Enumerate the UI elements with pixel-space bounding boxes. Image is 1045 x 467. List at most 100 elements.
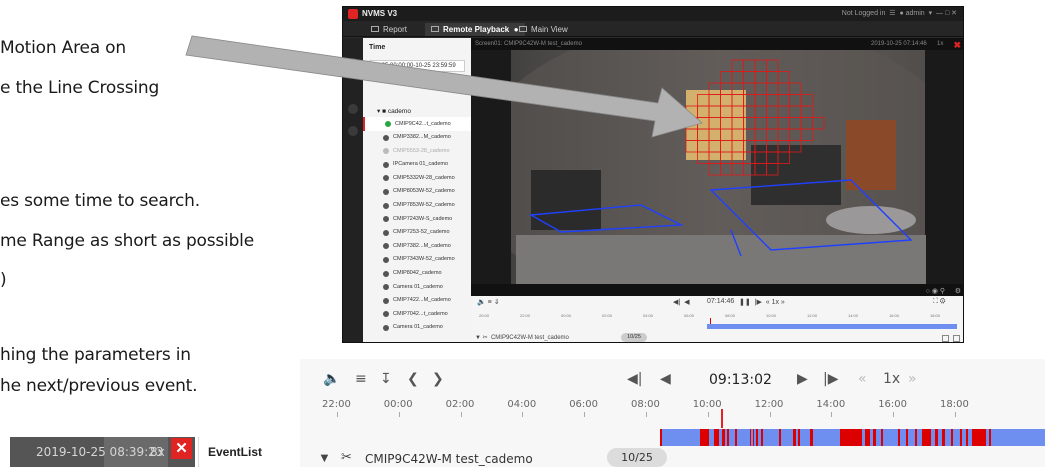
event-list-header[interactable]: EventList bbox=[198, 437, 275, 467]
login-status[interactable]: Not Logged in bbox=[842, 10, 886, 17]
event-segment[interactable] bbox=[942, 429, 945, 446]
collapse-icon[interactable] bbox=[942, 335, 949, 342]
event-segment[interactable] bbox=[922, 429, 931, 446]
event-segment[interactable] bbox=[753, 429, 754, 446]
event-segment[interactable] bbox=[779, 429, 781, 446]
filter-icon[interactable]: ▼ bbox=[318, 450, 331, 465]
camera-icon bbox=[383, 256, 389, 263]
slower-icon[interactable]: « bbox=[858, 371, 867, 387]
tree-root[interactable]: ▾ ■ cademo bbox=[363, 104, 471, 117]
event-segment[interactable] bbox=[972, 429, 986, 446]
event-segment[interactable] bbox=[793, 429, 796, 446]
previous-icon[interactable]: ❮ bbox=[407, 371, 419, 387]
event-segment[interactable] bbox=[714, 429, 719, 446]
event-segment[interactable] bbox=[951, 429, 953, 446]
frame-back-icon[interactable]: ◀| bbox=[627, 371, 642, 387]
camera-tree-item[interactable]: CMIP5553-28_cademo bbox=[363, 144, 471, 158]
time-tick-mark bbox=[460, 412, 462, 417]
camera-icon bbox=[383, 243, 389, 250]
event-segment[interactable] bbox=[840, 429, 862, 446]
event-segment[interactable] bbox=[722, 429, 725, 446]
mini-record-bar[interactable] bbox=[707, 324, 957, 329]
reverse-play-icon[interactable]: ◀ bbox=[660, 371, 671, 387]
camera-tree-item[interactable]: CMIP7243W-S_cademo bbox=[363, 212, 471, 226]
download-icon[interactable]: ↧ bbox=[380, 371, 392, 387]
event-segment[interactable] bbox=[700, 429, 709, 446]
camera-tree-item[interactable]: CMIP7853W-52_cademo bbox=[363, 199, 471, 213]
camera-label: CMIP7853W-52_cademo bbox=[393, 202, 455, 209]
event-segment[interactable] bbox=[660, 429, 662, 446]
mini-tick-label: 20:00 bbox=[479, 313, 490, 318]
event-segment[interactable] bbox=[989, 429, 991, 446]
camera-tree-item[interactable]: CMIP3382...M_cademo bbox=[363, 131, 471, 145]
event-segment[interactable] bbox=[798, 429, 800, 446]
time-range-input[interactable]: 10-25 00:00:00-10-25 23:59:59 bbox=[369, 60, 465, 72]
event-segment[interactable] bbox=[935, 429, 938, 446]
camera-tree-item[interactable]: CMIP8053W-52_cademo bbox=[363, 185, 471, 199]
user-icon[interactable]: ● bbox=[899, 10, 903, 17]
time-tick-label: 00:00 bbox=[383, 399, 413, 410]
camera-tree-item[interactable]: CMIP5332W-28_cademo bbox=[363, 171, 471, 185]
adjust-icon[interactable]: ≡ bbox=[355, 371, 367, 387]
event-segment[interactable] bbox=[966, 429, 968, 446]
time-tick-label: 16:00 bbox=[878, 399, 908, 410]
expand-icon[interactable] bbox=[953, 335, 960, 342]
event-segment[interactable] bbox=[735, 429, 737, 446]
camera-tree-item[interactable]: CMIP8042_cademo bbox=[363, 267, 471, 281]
tab-main-view[interactable]: Main View bbox=[513, 23, 574, 36]
slide-text-line-1: Motion Area on bbox=[0, 38, 126, 58]
menu-icon[interactable]: ☰ bbox=[887, 10, 897, 17]
camera-tree-item[interactable]: CMIP7253-52_cademo bbox=[363, 226, 471, 240]
event-segment[interactable] bbox=[761, 429, 763, 446]
event-segment[interactable] bbox=[727, 429, 729, 446]
camera-tree-item[interactable]: CMIP7042...t_cademo bbox=[363, 307, 471, 321]
video-pane[interactable]: Screen01: CMIP9C42W-M test_cademo 2019-1… bbox=[471, 38, 963, 296]
window-controls[interactable]: ▾ — □ ✕ bbox=[927, 10, 957, 17]
event-segment[interactable] bbox=[898, 429, 900, 446]
time-tick-mark bbox=[769, 412, 771, 417]
next-icon[interactable]: ❯ bbox=[432, 371, 444, 387]
audio-icon[interactable]: 🔈 bbox=[323, 371, 340, 387]
mini-fullscreen-icon[interactable]: ⛶ ⚙ bbox=[933, 298, 946, 306]
clip-icon[interactable]: ✂ bbox=[341, 449, 352, 465]
camera-tree-item[interactable]: CMIP7343W-52_cademo bbox=[363, 253, 471, 267]
event-segment[interactable] bbox=[873, 429, 876, 446]
camera-tree-item[interactable]: CMIP7382...M_cademo bbox=[363, 239, 471, 253]
play-icon[interactable]: ▶ bbox=[797, 371, 808, 387]
event-segment[interactable] bbox=[915, 429, 917, 446]
mini-audio-icon[interactable]: 🔉 ≡ ⇓ bbox=[477, 298, 500, 306]
camera-tree-item[interactable]: Camera 01_cademo bbox=[363, 321, 471, 335]
camera-tree-item[interactable]: IPCamera 01_cademo bbox=[363, 158, 471, 172]
app-title: NVMS V3 bbox=[362, 9, 398, 18]
mini-step-back-icon[interactable]: ◀| ◀ bbox=[673, 298, 689, 306]
event-segment[interactable] bbox=[756, 429, 758, 446]
event-segment[interactable] bbox=[810, 429, 813, 446]
toolbar-icon[interactable] bbox=[348, 58, 358, 68]
faster-icon[interactable]: » bbox=[908, 371, 917, 387]
camera-tree-item[interactable]: Camera 01_cademo bbox=[363, 280, 471, 294]
video-timestamp: 2019-10-25 07:14:46 bbox=[871, 41, 927, 47]
mini-play-controls[interactable]: ❚❚ |▶ « 1x » bbox=[739, 298, 785, 306]
frame-forward-icon[interactable]: |▶ bbox=[823, 371, 838, 387]
toolbar-icon[interactable] bbox=[348, 104, 358, 114]
event-segment[interactable] bbox=[960, 429, 962, 446]
video-controls[interactable]: ○ ◉ ⚲ ⚙ bbox=[926, 287, 961, 295]
tab-report[interactable]: Report bbox=[365, 23, 413, 36]
user-name[interactable]: admin bbox=[906, 10, 925, 17]
record-bar[interactable] bbox=[660, 429, 1045, 446]
playhead-marker[interactable] bbox=[721, 409, 723, 428]
camera-tree-item[interactable]: CMIP9C42...t_cademo bbox=[363, 117, 471, 131]
event-segment[interactable] bbox=[881, 429, 883, 446]
toolbar-icon[interactable] bbox=[348, 126, 358, 136]
event-segment[interactable] bbox=[865, 429, 870, 446]
camera-icon bbox=[385, 121, 391, 127]
tab-remote-playback[interactable]: Remote Playback ● bbox=[425, 23, 525, 36]
time-tick-mark bbox=[646, 412, 647, 417]
event-segment[interactable] bbox=[750, 429, 751, 446]
mini-time: 07:14:46 bbox=[707, 298, 735, 305]
camera-icon bbox=[383, 134, 389, 141]
event-segment[interactable] bbox=[906, 429, 908, 446]
speed-label[interactable]: 1x bbox=[883, 371, 900, 387]
camera-tree-item[interactable]: CMIP7422...M_cademo bbox=[363, 294, 471, 308]
event-close-icon[interactable]: ✕ bbox=[171, 438, 192, 459]
